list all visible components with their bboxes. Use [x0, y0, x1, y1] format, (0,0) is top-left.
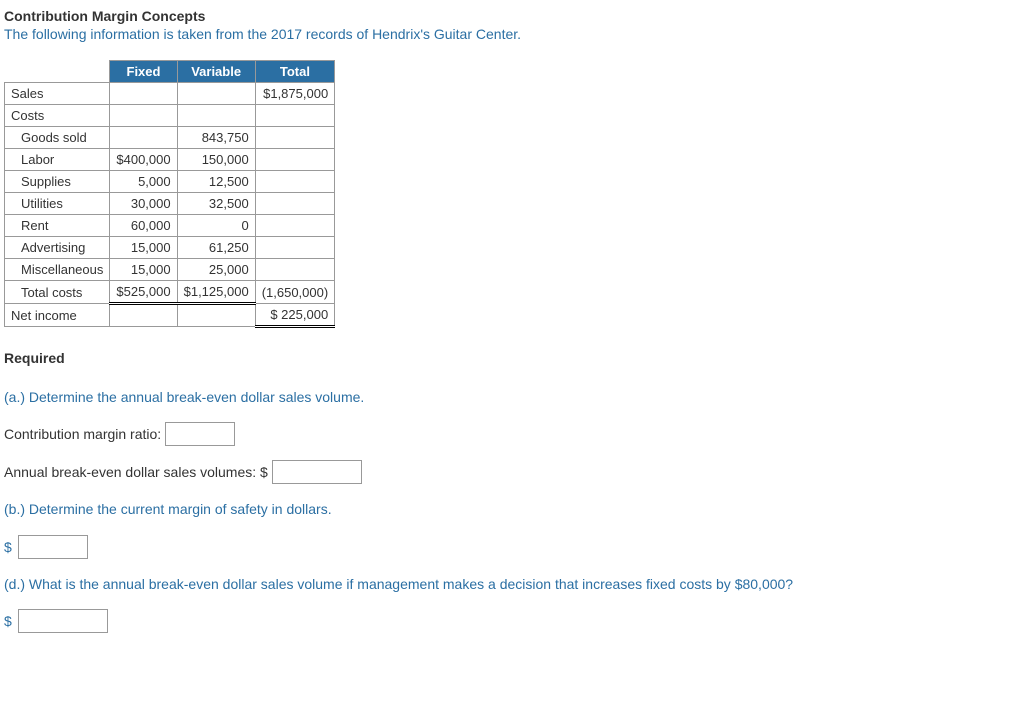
intro-text: The following information is taken from …	[4, 26, 1013, 42]
cell-fixed: $525,000	[110, 281, 177, 304]
cell-variable: 0	[177, 215, 255, 237]
cell-variable: 150,000	[177, 149, 255, 171]
cell-label: Labor	[5, 149, 110, 171]
question-a-breakeven: Annual break-even dollar sales volumes: …	[4, 460, 1013, 484]
cell-variable	[177, 304, 255, 327]
breakeven-label: Annual break-even dollar sales volumes: …	[4, 464, 268, 480]
row-goods-sold: Goods sold 843,750	[5, 127, 335, 149]
header-fixed: Fixed	[110, 61, 177, 83]
cell-variable	[177, 83, 255, 105]
question-d-prompt: (d.) What is the annual break-even dolla…	[4, 573, 1013, 595]
cell-total	[255, 259, 335, 281]
cell-total	[255, 127, 335, 149]
question-a-cm-ratio: Contribution margin ratio:	[4, 422, 1013, 446]
row-advertising: Advertising 15,000 61,250	[5, 237, 335, 259]
cell-fixed: 30,000	[110, 193, 177, 215]
cell-label: Goods sold	[5, 127, 110, 149]
cm-ratio-input[interactable]	[165, 422, 235, 446]
cell-total	[255, 171, 335, 193]
row-costs: Costs	[5, 105, 335, 127]
cell-label: Sales	[5, 83, 110, 105]
dollar-sign: $	[4, 613, 12, 629]
required-heading: Required	[4, 350, 1013, 366]
cell-variable: $1,125,000	[177, 281, 255, 304]
breakeven-input[interactable]	[272, 460, 362, 484]
cell-fixed: 15,000	[110, 237, 177, 259]
question-a-prompt: (a.) Determine the annual break-even dol…	[4, 386, 1013, 408]
cell-variable: 32,500	[177, 193, 255, 215]
cell-variable: 61,250	[177, 237, 255, 259]
row-miscellaneous: Miscellaneous 15,000 25,000	[5, 259, 335, 281]
cell-label: Utilities	[5, 193, 110, 215]
cell-total	[255, 237, 335, 259]
breakeven-new-input[interactable]	[18, 609, 108, 633]
cell-label: Miscellaneous	[5, 259, 110, 281]
cell-total	[255, 105, 335, 127]
cell-label: Total costs	[5, 281, 110, 304]
cell-fixed: 5,000	[110, 171, 177, 193]
cell-total: (1,650,000)	[255, 281, 335, 304]
header-variable: Variable	[177, 61, 255, 83]
header-empty	[5, 61, 110, 83]
cell-fixed	[110, 105, 177, 127]
row-supplies: Supplies 5,000 12,500	[5, 171, 335, 193]
margin-safety-input[interactable]	[18, 535, 88, 559]
cell-total: $1,875,000	[255, 83, 335, 105]
cell-total	[255, 149, 335, 171]
cm-ratio-label: Contribution margin ratio:	[4, 426, 161, 442]
row-total-costs: Total costs $525,000 $1,125,000 (1,650,0…	[5, 281, 335, 304]
cell-label: Costs	[5, 105, 110, 127]
cell-fixed: 60,000	[110, 215, 177, 237]
dollar-sign: $	[4, 539, 12, 555]
cell-fixed: $400,000	[110, 149, 177, 171]
page-title: Contribution Margin Concepts	[4, 8, 1013, 24]
header-total: Total	[255, 61, 335, 83]
data-table: Fixed Variable Total Sales $1,875,000 Co…	[4, 60, 335, 328]
row-labor: Labor $400,000 150,000	[5, 149, 335, 171]
row-utilities: Utilities 30,000 32,500	[5, 193, 335, 215]
cell-label: Supplies	[5, 171, 110, 193]
cell-total	[255, 193, 335, 215]
cell-variable	[177, 105, 255, 127]
cell-fixed: 15,000	[110, 259, 177, 281]
cell-fixed	[110, 304, 177, 327]
question-b-prompt: (b.) Determine the current margin of saf…	[4, 498, 1013, 520]
cell-total	[255, 215, 335, 237]
cell-variable: 25,000	[177, 259, 255, 281]
cell-fixed	[110, 127, 177, 149]
cell-label: Rent	[5, 215, 110, 237]
cell-label: Advertising	[5, 237, 110, 259]
cell-variable: 12,500	[177, 171, 255, 193]
table-header-row: Fixed Variable Total	[5, 61, 335, 83]
row-sales: Sales $1,875,000	[5, 83, 335, 105]
cell-label: Net income	[5, 304, 110, 327]
question-b-answer: $	[4, 535, 1013, 559]
question-d-answer: $	[4, 609, 1013, 633]
row-net-income: Net income $ 225,000	[5, 304, 335, 327]
cell-variable: 843,750	[177, 127, 255, 149]
row-rent: Rent 60,000 0	[5, 215, 335, 237]
cell-fixed	[110, 83, 177, 105]
cell-total: $ 225,000	[255, 304, 335, 327]
